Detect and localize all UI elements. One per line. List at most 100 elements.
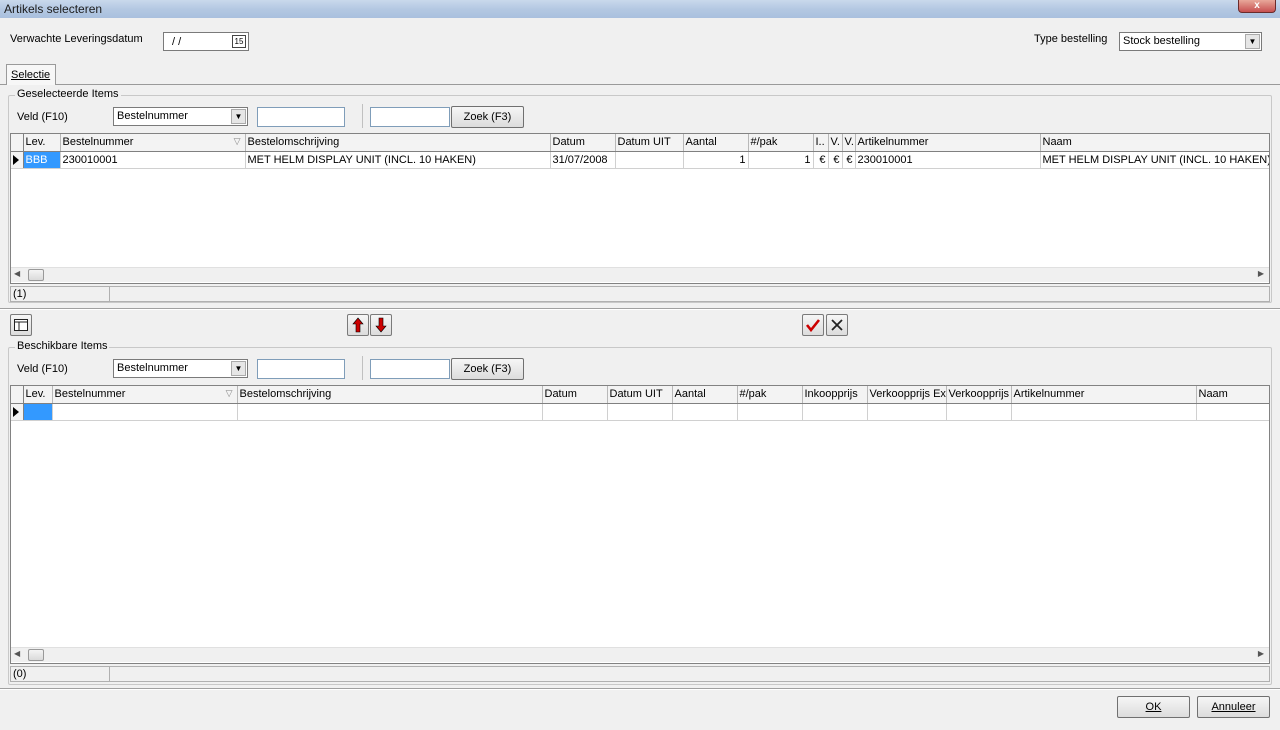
order-type-select[interactable]: Stock bestelling ▼: [1119, 32, 1262, 51]
column-header[interactable]: Inkoopprijs: [802, 386, 868, 404]
column-header[interactable]: Aantal: [683, 134, 749, 152]
confirm-button[interactable]: [802, 314, 824, 336]
available-header-row: Lev. Bestelnummer ▽ Bestelomschrijving Da…: [11, 386, 1269, 404]
table-cell[interactable]: MET HELM DISPLAY UNIT (INCL. 10 HAKEN): [245, 151, 551, 169]
available-search-input[interactable]: [257, 359, 345, 379]
selected-search-input[interactable]: [257, 107, 345, 127]
move-up-button[interactable]: [347, 314, 369, 336]
table-cell[interactable]: [672, 403, 738, 421]
column-header[interactable]: Lev.: [23, 134, 61, 152]
table-cell[interactable]: 230010001: [60, 151, 246, 169]
table-cell[interactable]: [737, 403, 803, 421]
current-row-icon: [13, 154, 19, 165]
selected-search-button[interactable]: Zoek (F3): [451, 106, 524, 128]
table-cell[interactable]: [607, 403, 673, 421]
available-field-select[interactable]: Bestelnummer ▼: [113, 359, 248, 378]
available-search-button[interactable]: Zoek (F3): [451, 358, 524, 380]
available-count: (0): [13, 668, 27, 680]
column-header[interactable]: Datum: [550, 134, 616, 152]
arrow-down-icon: [375, 317, 387, 333]
table-cell[interactable]: [237, 403, 543, 421]
row-indicator: [11, 403, 24, 421]
table-cell[interactable]: €: [828, 151, 843, 169]
column-header[interactable]: Bestelomschrijving: [237, 386, 543, 404]
table-cell[interactable]: 230010001: [855, 151, 1041, 169]
table-row[interactable]: [11, 403, 1269, 421]
delivery-date-label: Verwachte Leveringsdatum: [10, 33, 143, 45]
selected-field-value: Bestelnummer: [117, 110, 188, 122]
available-search2-input[interactable]: [370, 359, 450, 379]
columns-button[interactable]: [10, 314, 32, 336]
chevron-down-icon[interactable]: ▼: [231, 361, 246, 376]
selected-field-select[interactable]: Bestelnummer ▼: [113, 107, 248, 126]
table-cell[interactable]: [1011, 403, 1197, 421]
column-header[interactable]: Bestelomschrijving: [245, 134, 551, 152]
table-cell[interactable]: [52, 403, 238, 421]
column-header[interactable]: Naam: [1196, 386, 1269, 404]
column-header[interactable]: V.: [842, 134, 856, 152]
column-header[interactable]: #/pak: [737, 386, 803, 404]
column-header[interactable]: Datum UIT: [615, 134, 684, 152]
table-cell[interactable]: 1: [683, 151, 749, 169]
column-header[interactable]: Bestelnummer ▽: [52, 386, 238, 404]
column-header[interactable]: Lev.: [23, 386, 53, 404]
horizontal-scrollbar[interactable]: ◀ ▶: [11, 267, 1269, 282]
column-header[interactable]: I..: [813, 134, 829, 152]
column-header[interactable]: V.: [828, 134, 843, 152]
column-header[interactable]: Aantal: [672, 386, 738, 404]
column-header[interactable]: Artikelnummer: [855, 134, 1041, 152]
cancel-selection-button[interactable]: [826, 314, 848, 336]
columns-icon: [14, 319, 28, 331]
selected-items-grid[interactable]: Lev. Bestelnummer ▽ Bestelomschrijving Da…: [10, 133, 1270, 284]
table-cell[interactable]: €: [842, 151, 856, 169]
close-button[interactable]: x: [1238, 0, 1276, 13]
selected-items-legend: Geselecteerde Items: [15, 88, 121, 100]
column-header[interactable]: Verkoopprijs: [946, 386, 1012, 404]
ok-button[interactable]: OK: [1117, 696, 1190, 718]
calendar-icon[interactable]: 15: [232, 35, 246, 48]
table-cell[interactable]: [23, 403, 53, 421]
table-cell[interactable]: [615, 151, 684, 169]
row-indicator: [11, 151, 24, 169]
cancel-button[interactable]: Annuleer: [1197, 696, 1270, 718]
scroll-right-icon[interactable]: ▶: [1258, 649, 1264, 658]
selected-search2-input[interactable]: [370, 107, 450, 127]
delivery-date-field[interactable]: / / 15: [163, 32, 249, 51]
column-header[interactable]: #/pak: [748, 134, 814, 152]
chevron-down-icon[interactable]: ▼: [231, 109, 246, 124]
scroll-left-icon[interactable]: ◀: [14, 269, 20, 278]
column-header[interactable]: Artikelnummer: [1011, 386, 1197, 404]
table-cell[interactable]: 31/07/2008: [550, 151, 616, 169]
tab-selectie[interactable]: Selectie: [6, 64, 56, 85]
table-row[interactable]: BBB 230010001 MET HELM DISPLAY UNIT (INC…: [11, 151, 1269, 169]
divider: [362, 104, 363, 128]
close-icon: x: [1254, 0, 1260, 11]
table-cell[interactable]: BBB: [23, 151, 61, 169]
column-header[interactable]: Bestelnummer ▽: [60, 134, 246, 152]
scroll-thumb[interactable]: [28, 649, 44, 661]
scroll-thumb[interactable]: [28, 269, 44, 281]
selected-header-row: Lev. Bestelnummer ▽ Bestelomschrijving Da…: [11, 134, 1269, 152]
move-down-button[interactable]: [370, 314, 392, 336]
column-header[interactable]: Verkoopprijs Ex: [867, 386, 947, 404]
table-cell[interactable]: [867, 403, 947, 421]
horizontal-scrollbar[interactable]: ◀ ▶: [11, 647, 1269, 662]
table-cell[interactable]: €: [813, 151, 829, 169]
splitter[interactable]: [0, 308, 1280, 310]
table-cell[interactable]: [946, 403, 1012, 421]
available-items-grid[interactable]: Lev. Bestelnummer ▽ Bestelomschrijving Da…: [10, 385, 1270, 664]
table-cell[interactable]: [802, 403, 868, 421]
table-cell[interactable]: [1196, 403, 1269, 421]
table-cell[interactable]: 1: [748, 151, 814, 169]
table-cell[interactable]: [542, 403, 608, 421]
column-header[interactable]: Naam: [1040, 134, 1269, 152]
column-header[interactable]: Datum: [542, 386, 608, 404]
column-header[interactable]: Datum UIT: [607, 386, 673, 404]
chevron-down-icon[interactable]: ▼: [1245, 34, 1260, 49]
table-cell[interactable]: MET HELM DISPLAY UNIT (INCL. 10 HAKEN): [1040, 151, 1269, 169]
scroll-right-icon[interactable]: ▶: [1258, 269, 1264, 278]
tab-strip-line: [0, 84, 1280, 85]
sort-icon: ▽: [233, 136, 241, 146]
current-row-icon: [13, 406, 19, 417]
scroll-left-icon[interactable]: ◀: [14, 649, 20, 658]
